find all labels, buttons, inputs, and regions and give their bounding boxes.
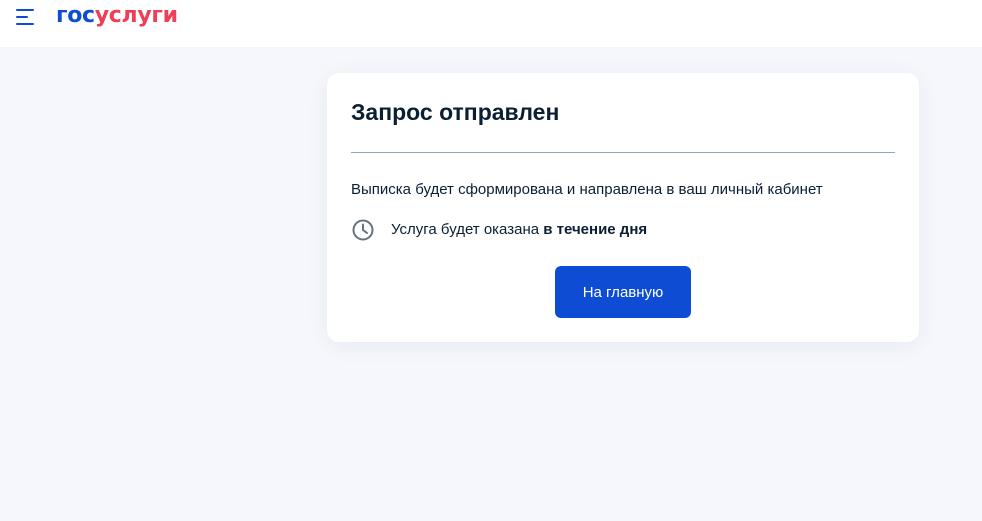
- request-sent-card: Запрос отправлен Выписка будет сформиров…: [327, 73, 919, 342]
- divider: [351, 152, 895, 153]
- gosuslugi-logo[interactable]: госуслуги: [56, 3, 178, 29]
- service-time-emphasis: в течение дня: [543, 221, 648, 238]
- menu-line: [16, 16, 28, 18]
- menu-line: [16, 23, 34, 25]
- service-time-text: Услуга будет оказана в течение дня: [391, 220, 647, 240]
- logo-part-gos: гос: [56, 3, 95, 28]
- status-message: Выписка будет сформирована и направлена …: [351, 181, 823, 198]
- go-home-button[interactable]: На главную: [555, 266, 691, 318]
- logo-part-uslugi: услуги: [94, 3, 178, 28]
- card-title: Запрос отправлен: [351, 99, 560, 125]
- hamburger-menu-icon[interactable]: [16, 9, 36, 25]
- menu-line: [16, 9, 34, 11]
- clock-icon: [352, 219, 374, 241]
- site-header: госуслуги: [0, 0, 982, 47]
- service-time-label: Услуга будет оказана: [391, 221, 540, 238]
- service-time-info: Услуга будет оказана в течение дня: [351, 218, 647, 242]
